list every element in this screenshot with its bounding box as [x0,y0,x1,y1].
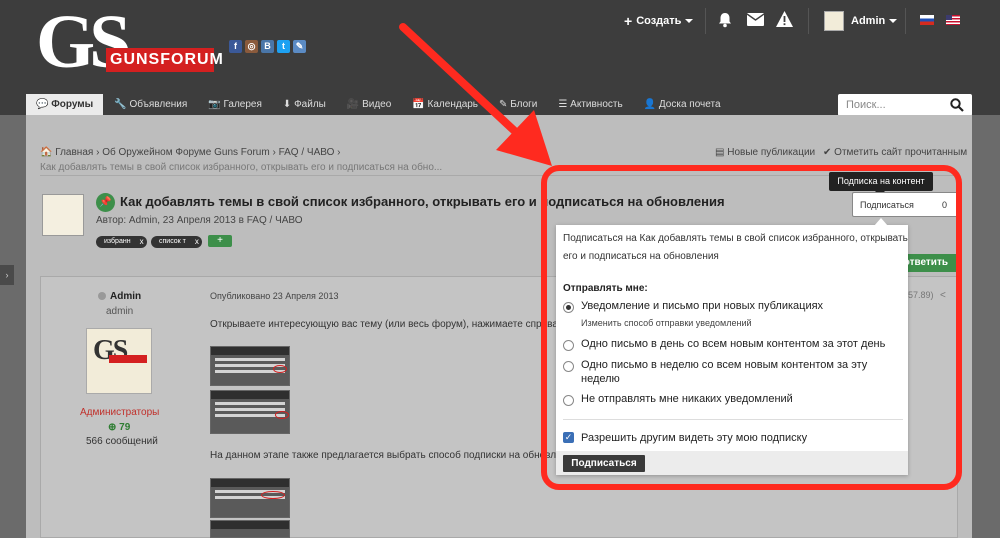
annotation-arrow [399,23,552,166]
